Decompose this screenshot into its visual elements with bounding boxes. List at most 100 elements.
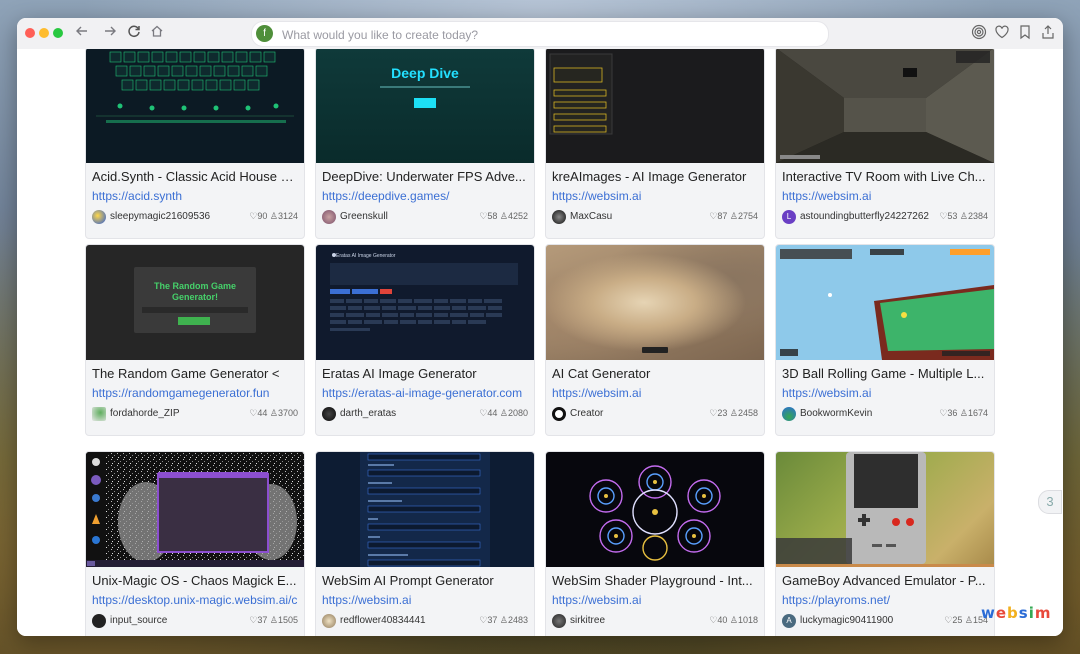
maximize-window-button[interactable] [53, 28, 63, 38]
project-card[interactable]: AI Cat Generator https://websim.ai Creat… [545, 244, 765, 436]
forward-arrow-icon[interactable] [101, 24, 119, 42]
spiral-icon[interactable] [971, 24, 989, 42]
project-url[interactable]: https://websim.ai [552, 593, 758, 607]
project-url[interactable]: https://playroms.net/ [782, 593, 988, 607]
project-title[interactable]: WebSim Shader Playground - Int... [552, 573, 758, 588]
project-card[interactable]: WebSim AI Prompt Generator https://websi… [315, 451, 535, 636]
avatar[interactable] [782, 407, 796, 421]
project-thumbnail[interactable] [316, 452, 534, 567]
project-url[interactable]: https://desktop.unix-magic.websim.ai/cha [92, 593, 298, 607]
project-author[interactable]: fordahorde_ZIP [92, 406, 242, 422]
minimize-window-button[interactable] [39, 28, 49, 38]
avatar[interactable] [552, 614, 566, 628]
project-thumbnail[interactable]: Eratas AI Image Generator [316, 245, 534, 360]
author-name[interactable]: sirkitree [570, 615, 605, 626]
author-name[interactable]: astoundingbutterfly24227262 [800, 211, 929, 222]
avatar[interactable] [92, 614, 106, 628]
avatar[interactable] [92, 210, 106, 224]
project-thumbnail[interactable] [776, 49, 994, 163]
project-card[interactable]: Acid.Synth - Classic Acid House S... htt… [85, 49, 305, 239]
heart-icon[interactable] [994, 24, 1012, 42]
project-title[interactable]: Acid.Synth - Classic Acid House S... [92, 169, 298, 184]
project-url[interactable]: https://acid.synth [92, 189, 298, 203]
author-name[interactable]: Greenskull [340, 211, 388, 222]
author-name[interactable]: Creator [570, 408, 603, 419]
author-name[interactable]: MaxCasu [570, 211, 612, 222]
project-thumbnail[interactable] [776, 452, 994, 567]
project-thumbnail[interactable]: The Random Game Generator! [86, 245, 304, 360]
project-card[interactable]: 3D Ball Rolling Game - Multiple L... htt… [775, 244, 995, 436]
avatar[interactable] [322, 210, 336, 224]
author-name[interactable]: darth_eratas [340, 408, 396, 419]
back-arrow-icon[interactable] [73, 24, 91, 42]
project-title[interactable]: Eratas AI Image Generator [322, 366, 528, 381]
avatar[interactable] [552, 407, 566, 421]
close-window-button[interactable] [25, 28, 35, 38]
project-thumbnail[interactable] [86, 452, 304, 567]
project-title[interactable]: Interactive TV Room with Live Ch... [782, 169, 988, 184]
avatar[interactable]: L [782, 210, 796, 224]
project-author[interactable]: sirkitree [552, 613, 702, 629]
project-card[interactable]: Unix-Magic OS - Chaos Magick E... https:… [85, 451, 305, 636]
prompt-input[interactable] [280, 24, 814, 46]
author-name[interactable]: fordahorde_ZIP [110, 408, 180, 419]
project-author[interactable]: sleepymagic21609536 [92, 209, 242, 225]
avatar[interactable] [92, 407, 106, 421]
project-url[interactable]: https://websim.ai [552, 189, 758, 203]
project-author[interactable]: L astoundingbutterfly24227262 [782, 209, 932, 225]
project-thumbnail[interactable] [546, 49, 764, 163]
project-url[interactable]: https://websim.ai [782, 189, 988, 203]
project-url[interactable]: https://eratas-ai-image-generator.com [322, 386, 528, 400]
project-author[interactable]: input_source [92, 613, 242, 629]
websim-logo[interactable]: websim [981, 604, 1052, 622]
project-card[interactable]: WebSim Shader Playground - Int... https:… [545, 451, 765, 636]
project-title[interactable]: The Random Game Generator < [92, 366, 298, 381]
home-icon[interactable] [148, 24, 166, 42]
project-card[interactable]: kreAImages - AI Image Generator https://… [545, 49, 765, 239]
project-title[interactable]: WebSim AI Prompt Generator [322, 573, 528, 588]
avatar[interactable] [322, 407, 336, 421]
project-thumbnail[interactable] [546, 245, 764, 360]
bookmark-icon[interactable] [1017, 24, 1035, 42]
project-author[interactable]: redflower40834441 [322, 613, 472, 629]
project-title[interactable]: DeepDive: Underwater FPS Adve... [322, 169, 528, 184]
project-thumbnail[interactable]: Deep Dive [316, 49, 534, 163]
project-author[interactable]: Greenskull [322, 209, 472, 225]
project-title[interactable]: Unix-Magic OS - Chaos Magick E... [92, 573, 298, 588]
avatar[interactable]: A [782, 614, 796, 628]
project-title[interactable]: 3D Ball Rolling Game - Multiple L... [782, 366, 988, 381]
address-bar[interactable]: f [251, 21, 829, 47]
project-thumbnail[interactable] [776, 245, 994, 360]
project-url[interactable]: https://websim.ai [322, 593, 528, 607]
share-icon[interactable] [1040, 24, 1058, 42]
project-card[interactable]: GameBoy Advanced Emulator - P... https:/… [775, 451, 995, 636]
project-card[interactable]: Interactive TV Room with Live Ch... http… [775, 49, 995, 239]
author-name[interactable]: luckymagic90411900 [800, 615, 893, 626]
author-name[interactable]: BookwormKevin [800, 408, 872, 419]
project-title[interactable]: kreAImages - AI Image Generator [552, 169, 758, 184]
project-card[interactable]: The Random Game Generator! The Random Ga… [85, 244, 305, 436]
author-name[interactable]: input_source [110, 615, 167, 626]
user-avatar[interactable]: f [256, 25, 273, 42]
reload-icon[interactable] [125, 24, 143, 42]
project-url[interactable]: https://deepdive.games/ [322, 189, 528, 203]
project-title[interactable]: GameBoy Advanced Emulator - P... [782, 573, 988, 588]
project-url[interactable]: https://websim.ai [782, 386, 988, 400]
project-author[interactable]: Creator [552, 406, 702, 422]
avatar[interactable] [322, 614, 336, 628]
project-url[interactable]: https://randomgamegenerator.fun [92, 386, 298, 400]
project-author[interactable]: MaxCasu [552, 209, 702, 225]
project-card[interactable]: Eratas AI Image Generator Eratas AI Imag… [315, 244, 535, 436]
project-author[interactable]: BookwormKevin [782, 406, 932, 422]
side-panel-tab[interactable]: 3 [1038, 490, 1062, 514]
avatar[interactable] [552, 210, 566, 224]
project-thumbnail[interactable] [546, 452, 764, 567]
author-name[interactable]: sleepymagic21609536 [110, 211, 210, 222]
project-url[interactable]: https://websim.ai [552, 386, 758, 400]
project-card[interactable]: Deep Dive DeepDive: Underwater FPS Adve.… [315, 49, 535, 239]
project-thumbnail[interactable] [86, 49, 304, 163]
project-author[interactable]: darth_eratas [322, 406, 472, 422]
project-title[interactable]: AI Cat Generator [552, 366, 758, 381]
project-author[interactable]: A luckymagic90411900 [782, 613, 932, 629]
author-name[interactable]: redflower40834441 [340, 615, 426, 626]
